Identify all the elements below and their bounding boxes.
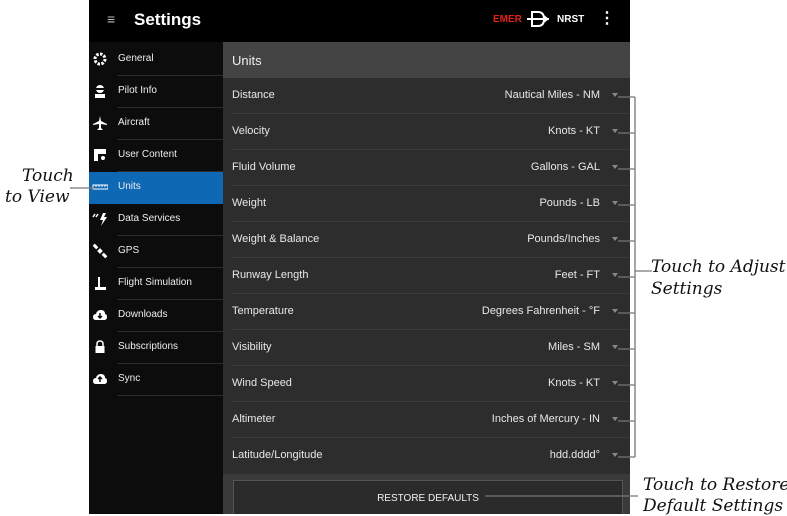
annotation-adjust-line1: Touch to Adjust <box>651 257 786 277</box>
annotation-restore-line1: Touch to Restore <box>643 475 787 495</box>
annotation-touch-to-view-line2: to View <box>5 187 70 207</box>
annotation-restore-line2: Default Settings <box>643 496 784 516</box>
annotation-touch-to-view-line1: Touch <box>22 166 74 186</box>
annotation-adjust-line2: Settings <box>651 279 723 299</box>
